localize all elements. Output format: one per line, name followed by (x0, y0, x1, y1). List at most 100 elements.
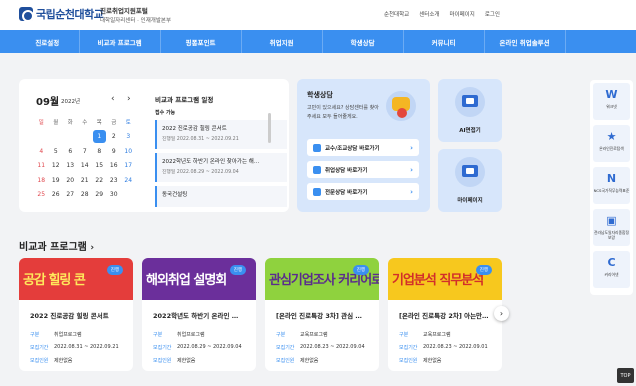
worknet-icon: W (605, 88, 618, 101)
job-counsel-button[interactable]: 취업상담 바로가기 › (307, 161, 419, 178)
university-logo[interactable]: 국립순천대학교 (19, 6, 104, 22)
calendar-day[interactable]: 25 (34, 191, 49, 198)
calendar-card: 09월 2022년 ‹ › 일 월 화 수 목 금 토 1 2 3 4 5 6 7 8 9 10 11 12 13 14… (19, 79, 289, 212)
nav-online-solution[interactable]: 온라인 취업솔루션 (485, 30, 566, 53)
calendar-day[interactable]: 11 (34, 162, 49, 169)
calendar-day[interactable]: 18 (34, 177, 49, 184)
program-limit: 제한없음 (423, 358, 442, 364)
calendar-day[interactable]: 29 (92, 191, 107, 198)
calendar-next-icon[interactable]: › (127, 94, 131, 104)
section-title-text: 비교과 프로그램 (19, 242, 87, 253)
calendar-day[interactable]: 27 (63, 191, 78, 198)
program-banner-text: 해외취업 설명회 (146, 273, 227, 288)
schedule-item[interactable]: 2022학년도 하반기 온라인 찾아가는 해… 진행일 2022.08.29 ~… (155, 153, 287, 182)
carousel-next-button[interactable]: › (494, 306, 509, 321)
quick-jeonnam-jobs[interactable]: ▣ 전라남도일자리종합정보망 (593, 209, 630, 246)
weekday-label: 수 (82, 120, 88, 127)
meta-key: 구분 (30, 332, 40, 338)
mypage-tile[interactable]: 마이페이지 (438, 149, 502, 212)
quick-career-test[interactable]: ★ 온라인진로탐색 (593, 125, 630, 162)
nav-pingpong-point[interactable]: 핑퐁포인트 (161, 30, 242, 53)
site-title: 진로취업지원포털 (100, 7, 148, 15)
calendar-day[interactable]: 17 (121, 162, 136, 169)
program-limit: 제한없음 (300, 358, 319, 364)
status-badge: 진행 (229, 265, 246, 275)
quick-worknet[interactable]: W 워크넷 (593, 83, 630, 120)
calendar-day[interactable]: 6 (63, 148, 78, 155)
program-banner-image: 기업분석 직무분석 진행 (388, 258, 502, 300)
nav-student-counsel[interactable]: 학생상담 (323, 30, 404, 53)
professor-counsel-label: 교수/조교상담 바로가기 (325, 145, 380, 152)
quick-careernet[interactable]: C 커리어넷 (593, 251, 630, 288)
nav-career-setting[interactable]: 진로설정 (16, 30, 80, 53)
arrow-right-icon: › (410, 187, 413, 196)
util-link-center-intro[interactable]: 센터소개 (419, 10, 439, 18)
nav-job-support[interactable]: 취업지원 (242, 30, 323, 53)
jeonnam-jobs-label: 전라남도일자리종합정보망 (594, 230, 629, 240)
program-banner-text: 기업분석 직무분석 (392, 273, 484, 288)
calendar-day[interactable]: 3 (121, 133, 136, 140)
meta-key: 모집기간 (153, 345, 172, 351)
calendar-day[interactable]: 12 (49, 162, 64, 169)
calendar-day[interactable]: 13 (63, 162, 78, 169)
program-card[interactable]: 관심기업조사 커리어로드맵진행 [온라인 진로특강 3차] 관심 … 구분 교육프로그… (265, 258, 379, 371)
counsel-illustration-icon (386, 91, 416, 121)
calendar-day[interactable]: 24 (121, 177, 136, 184)
util-link-university[interactable]: 순천대학교 (384, 10, 409, 18)
program-limit-row: 모집인원 제한없음 (30, 357, 72, 364)
mypage-label: 마이페이지 (457, 198, 483, 204)
calendar-day[interactable]: 2 (107, 133, 122, 140)
nav-community[interactable]: 커뮤니티 (404, 30, 485, 53)
calendar-day[interactable]: 20 (63, 177, 78, 184)
schedule-item-title: 동국건설팅 (162, 192, 188, 198)
calendar-day[interactable]: 21 (78, 177, 93, 184)
extracurricular-section-title[interactable]: 비교과 프로그램 › (19, 238, 94, 253)
calendar-day-today[interactable]: 1 (92, 130, 106, 144)
calendar-day[interactable]: 28 (78, 191, 93, 198)
quick-ncs[interactable]: N NCS국가직무능력표준 (593, 167, 630, 204)
meta-key: 모집기간 (276, 345, 295, 351)
program-type-row: 구분 교육프로그램 (276, 331, 328, 338)
calendar-day[interactable]: 9 (107, 148, 122, 155)
calendar-day[interactable]: 7 (78, 148, 93, 155)
professor-counsel-button[interactable]: 교수/조교상담 바로가기 › (307, 139, 419, 156)
schedule-item[interactable]: 동국건설팅 (155, 186, 287, 207)
calendar-day[interactable]: 16 (107, 162, 122, 169)
calendar-day[interactable]: 26 (49, 191, 64, 198)
scroll-top-button[interactable]: TOP (617, 368, 634, 383)
util-link-mypage[interactable]: 마이페이지 (450, 10, 475, 18)
calendar-day[interactable]: 5 (49, 148, 64, 155)
meta-key: 구분 (276, 332, 286, 338)
calendar-day[interactable]: 8 (92, 148, 107, 155)
program-title: 2022학년도 하반기 온라인 … (153, 312, 239, 320)
schedule-item-title: 2022 진로공감 힐링 콘서트 (162, 126, 227, 132)
calendar-day[interactable]: 22 (92, 177, 107, 184)
program-card[interactable]: 기업분석 직무분석 진행 [온라인 진로특강 2차] 아는만… 구분 교육프로그램 모집기… (388, 258, 502, 371)
util-link-login[interactable]: 로그인 (485, 10, 500, 18)
meta-key: 모집인원 (30, 358, 49, 364)
expert-counsel-label: 전문상담 바로가기 (325, 189, 368, 196)
calendar-prev-icon[interactable]: ‹ (111, 94, 115, 104)
nav-extracurricular[interactable]: 비교과 프로그램 (80, 30, 161, 53)
program-card[interactable]: 공감 힐링 콘 진행 2022 진로공감 힐링 콘서트 구분 취업프로그램 모집기간 202… (19, 258, 133, 371)
calendar-day[interactable]: 30 (107, 191, 122, 198)
program-banner-text: 공감 힐링 콘 (23, 273, 86, 288)
career-test-label: 온라인진로탐색 (599, 146, 624, 151)
logo-text: 국립순천대학교 (36, 8, 104, 21)
calendar-day[interactable]: 10 (121, 148, 136, 155)
job-icon (313, 165, 321, 174)
calendar-day[interactable]: 23 (107, 177, 122, 184)
calendar-day[interactable]: 15 (92, 162, 107, 169)
calendar-day[interactable]: 14 (78, 162, 93, 169)
meta-key: 구분 (399, 332, 409, 338)
calendar-day[interactable]: 4 (34, 148, 49, 155)
schedule-scrollbar[interactable] (268, 113, 271, 143)
program-banner-image: 공감 힐링 콘 진행 (19, 258, 133, 300)
expert-counsel-button[interactable]: 전문상담 바로가기 › (307, 183, 419, 200)
program-period-row: 모집기간 2022.08.31 ~ 2022.09.21 (30, 344, 119, 351)
program-card[interactable]: 해외취업 설명회 진행 2022학년도 하반기 온라인 … 구분 취업프로그램 모집기간 2… (142, 258, 256, 371)
calendar-day[interactable]: 19 (49, 177, 64, 184)
weekday-label: 일 (38, 120, 44, 127)
schedule-title: 비교과 프로그램 일정 (155, 96, 214, 104)
ai-interview-tile[interactable]: AI면접기 (438, 79, 502, 142)
